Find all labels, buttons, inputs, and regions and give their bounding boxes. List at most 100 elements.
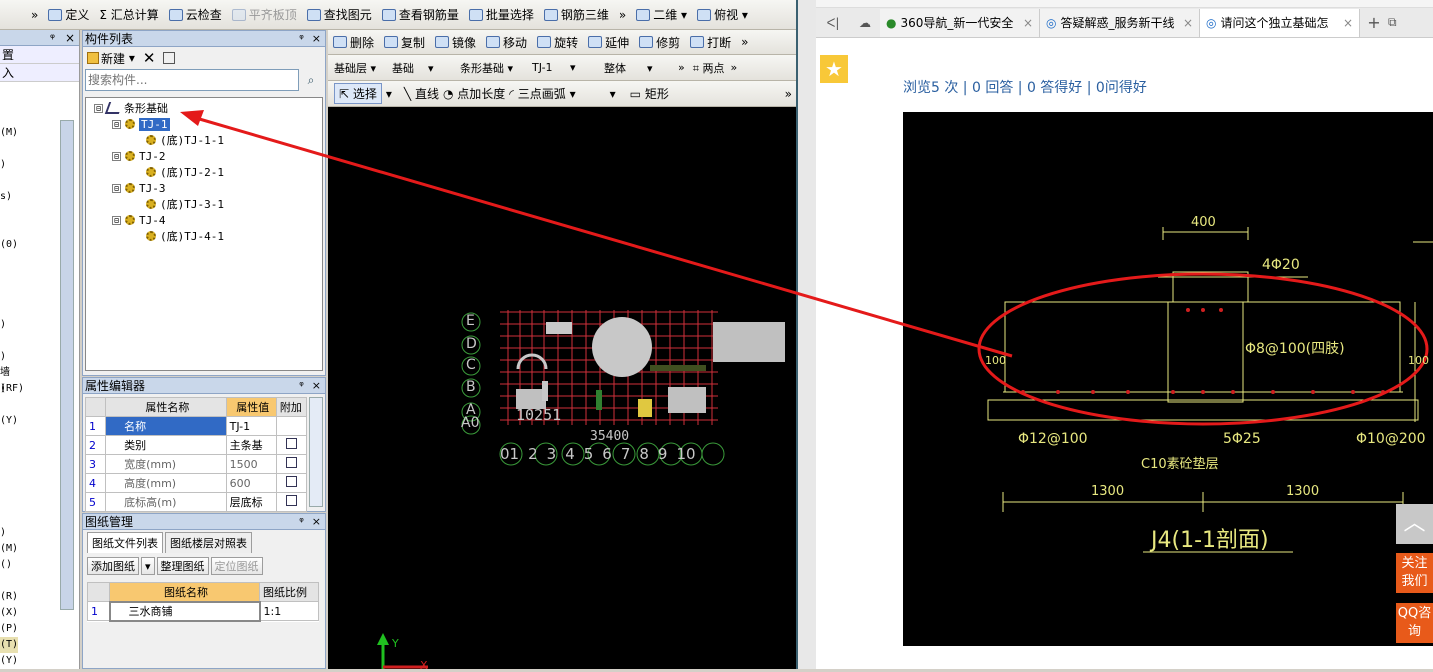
tree-node-tj4[interactable]: ⊟ TJ-4 — [86, 212, 322, 228]
tab-file-list[interactable]: 图纸文件列表 — [87, 532, 163, 553]
view-rebar-button[interactable]: 查看钢筋量 — [377, 4, 464, 26]
browser-tab[interactable]: ● 360导航_新一代安全 × — [880, 8, 1040, 37]
search-input[interactable] — [85, 69, 299, 91]
list-item[interactable]: ) — [0, 525, 6, 541]
arc-button[interactable]: ◜ 三点画弧 ▾ — [509, 85, 575, 102]
list-item[interactable]: ) — [0, 317, 6, 333]
left-item[interactable]: 入 — [0, 64, 79, 82]
locate-drawing-button[interactable]: 定位图纸 — [210, 557, 263, 575]
table-row[interactable]: 1 三水商铺 1:1 — [87, 600, 319, 622]
break-button[interactable]: 打断 — [685, 31, 736, 53]
list-item[interactable]: (0) — [0, 237, 18, 253]
list-item[interactable]: (M) — [0, 541, 18, 557]
list-item[interactable]: s) — [0, 189, 12, 205]
list-item[interactable]: (Y) — [0, 413, 18, 429]
list-item[interactable]: () — [0, 557, 12, 573]
back-to-top-button[interactable]: ︿ — [1396, 504, 1433, 544]
collapse-toggle[interactable]: ⊟ — [112, 183, 121, 193]
left-scrollbar[interactable] — [60, 120, 74, 610]
list-item[interactable]: (Y) — [0, 653, 18, 669]
copy-icon[interactable] — [163, 52, 176, 64]
pin-icon[interactable]: ᵠ — [299, 379, 304, 392]
cloud-check-button[interactable]: 云检查 — [164, 4, 227, 26]
whole-select[interactable]: 整体 ▾ — [604, 60, 676, 76]
batch-select-button[interactable]: 批量选择 — [464, 4, 539, 26]
back-button[interactable]: ᐸ| — [816, 16, 850, 30]
tree-node-tj1[interactable]: ⊟ TJ-1 — [86, 116, 322, 132]
close-icon[interactable]: × — [312, 515, 321, 528]
define-button[interactable]: 定义 — [43, 4, 94, 26]
collapse-toggle[interactable]: ⊟ — [112, 119, 121, 129]
list-item[interactable]: ) — [0, 349, 6, 365]
left-item[interactable]: 置 — [0, 46, 79, 64]
collapse-toggle[interactable]: ⊟ — [112, 151, 121, 161]
list-item[interactable]: (X) — [0, 605, 18, 621]
line-button[interactable]: ╲ 直线 — [404, 85, 439, 102]
close-icon[interactable]: × — [1183, 16, 1193, 30]
layer-bar-more[interactable]: » — [678, 61, 685, 74]
pin-icon[interactable]: ᵠ — [299, 515, 304, 528]
rect-button[interactable]: ▭ 矩形 — [630, 85, 669, 102]
pin-icon[interactable]: ᵠ — [299, 32, 304, 45]
cloud-icon[interactable]: ☁ — [850, 16, 880, 30]
rebar-3d-button[interactable]: 钢筋三维 — [539, 4, 614, 26]
list-item[interactable]: ) — [0, 381, 6, 397]
new-tab-button[interactable]: + — [1360, 13, 1388, 32]
checkbox[interactable] — [285, 457, 297, 468]
tree-node-tj3[interactable]: ⊟ TJ-3 — [86, 180, 322, 196]
draw-bar-more[interactable]: » — [785, 87, 796, 101]
close-icon[interactable]: × — [1343, 16, 1353, 30]
type-select[interactable]: 条形基础 ▾ — [460, 60, 530, 76]
table-row[interactable]: 5 底标高(m) 层底标 — [84, 492, 308, 512]
table-row[interactable]: 4 高度(mm) 600 — [84, 473, 308, 493]
add-drawing-button[interactable]: 添加图纸 — [87, 557, 139, 575]
toolbar-expand[interactable]: » — [26, 4, 43, 26]
favorite-star-button[interactable]: ★ — [820, 55, 848, 83]
top-view-button[interactable]: 俯视 ▾ — [692, 4, 753, 26]
browser-tab[interactable]: ◎ 答疑解惑_服务新干线 × — [1040, 8, 1200, 37]
list-item[interactable]: (P) — [0, 621, 18, 637]
browser-tab-active[interactable]: ◎ 请问这个独立基础怎 × — [1200, 8, 1360, 37]
table-row[interactable]: 2 类别 主条基 — [84, 435, 308, 455]
edit-toolbar-more[interactable]: » — [736, 31, 753, 53]
tree-node-tj3-1[interactable]: (底)TJ-3-1 — [86, 196, 322, 212]
close-icon[interactable]: × — [1023, 16, 1033, 30]
2d-button[interactable]: 二维 ▾ — [631, 4, 692, 26]
close-icon[interactable]: × — [312, 379, 321, 392]
mirror-button[interactable]: 镜像 — [430, 31, 481, 53]
point-length-button[interactable]: ◔ 点加长度 — [443, 85, 505, 102]
list-item[interactable]: (T) — [0, 637, 19, 653]
find-element-button[interactable]: 查找图元 — [302, 4, 377, 26]
checkbox[interactable] — [285, 476, 297, 487]
table-row[interactable]: 1 名称 TJ-1 — [84, 416, 308, 436]
follow-us-button[interactable]: 关注我们 — [1396, 553, 1433, 593]
table-row[interactable]: 3 宽度(mm) 1500 — [84, 454, 308, 474]
category-select[interactable]: 基础 ▾ — [392, 60, 458, 76]
extend-button[interactable]: 延伸 — [583, 31, 634, 53]
tree-node-tj1-1[interactable]: (底)TJ-1-1 — [86, 132, 322, 148]
two-point-more[interactable]: » — [730, 61, 737, 74]
two-point-button[interactable]: ⌗ 两点 — [693, 60, 725, 76]
component-select[interactable]: TJ-1 ▾ — [532, 61, 602, 74]
checkbox[interactable] — [285, 495, 297, 506]
list-item[interactable]: (M) — [0, 125, 18, 141]
delete-button[interactable]: 删除 — [328, 31, 379, 53]
rotate-button[interactable]: 旋转 — [532, 31, 583, 53]
trim-button[interactable]: 修剪 — [634, 31, 685, 53]
cad-viewport[interactable]: E D C B A A0 10251 35400 01 2 3 4 5 6 7 … — [328, 107, 796, 672]
select-dropdown[interactable]: ▾ — [386, 87, 392, 101]
collapse-toggle[interactable]: ⊟ — [94, 103, 103, 113]
new-button[interactable]: 新建 ▾ — [87, 50, 135, 67]
copy-button[interactable]: 复制 — [379, 31, 430, 53]
list-item[interactable]: (R) — [0, 589, 18, 605]
tab-floor-map[interactable]: 图纸楼层对照表 — [165, 532, 252, 553]
qq-consult-button[interactable]: QQ咨询 — [1396, 603, 1433, 643]
search-icon[interactable]: ⌕ — [299, 69, 323, 91]
list-item[interactable]: ) — [0, 157, 6, 173]
checkbox[interactable] — [285, 438, 297, 449]
tree-node-tj2-1[interactable]: (底)TJ-2-1 — [86, 164, 322, 180]
close-icon[interactable]: × — [312, 32, 321, 45]
tree-node-root[interactable]: ⊟ 条形基础 — [86, 100, 322, 116]
close-icon[interactable]: × — [65, 31, 75, 45]
collapse-toggle[interactable]: ⊟ — [112, 215, 121, 225]
